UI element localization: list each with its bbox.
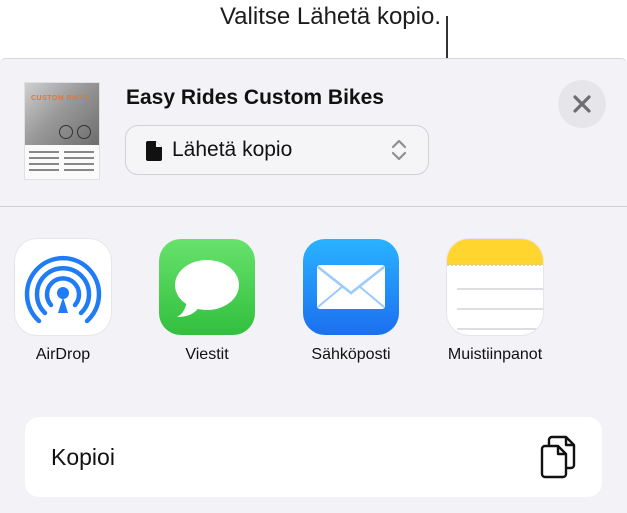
notes-icon <box>447 239 543 335</box>
close-button[interactable] <box>558 80 606 128</box>
airdrop-icon <box>15 239 111 335</box>
share-apps-row: AirDrop Viestit Sähköposti Muistiinpanot <box>0 239 627 389</box>
thumbnail-title: CUSTOM BIKES <box>31 95 91 102</box>
up-down-chevron-icon <box>390 139 408 166</box>
callout-text: Valitse Lähetä kopio. <box>219 3 441 30</box>
copy-label: Kopioi <box>51 444 115 470</box>
document-icon <box>146 141 162 166</box>
copy-icon <box>540 435 578 484</box>
app-label: Muistiinpanot <box>447 346 543 363</box>
share-sheet: CUSTOM BIKES Easy Rides Custom Bikes Läh… <box>0 58 627 513</box>
close-icon <box>573 95 591 113</box>
app-label: Sähköposti <box>311 346 391 363</box>
document-thumbnail: CUSTOM BIKES <box>25 83 99 179</box>
copy-action[interactable]: Kopioi <box>25 417 602 497</box>
thumbnail-wheel <box>77 125 91 139</box>
callout: Valitse Lähetä kopio. <box>0 0 627 151</box>
thumbnail-wheel <box>59 125 73 139</box>
share-header: CUSTOM BIKES Easy Rides Custom Bikes Läh… <box>0 59 627 207</box>
app-label: Viestit <box>185 346 229 363</box>
document-title: Easy Rides Custom Bikes <box>126 86 384 109</box>
mail-icon <box>303 239 399 335</box>
send-copy-selector[interactable]: Lähetä kopio <box>125 125 429 175</box>
app-label: AirDrop <box>35 346 91 363</box>
thumbnail-text-columns <box>29 149 95 175</box>
send-copy-label: Lähetä kopio <box>172 138 293 161</box>
messages-icon <box>159 239 255 335</box>
